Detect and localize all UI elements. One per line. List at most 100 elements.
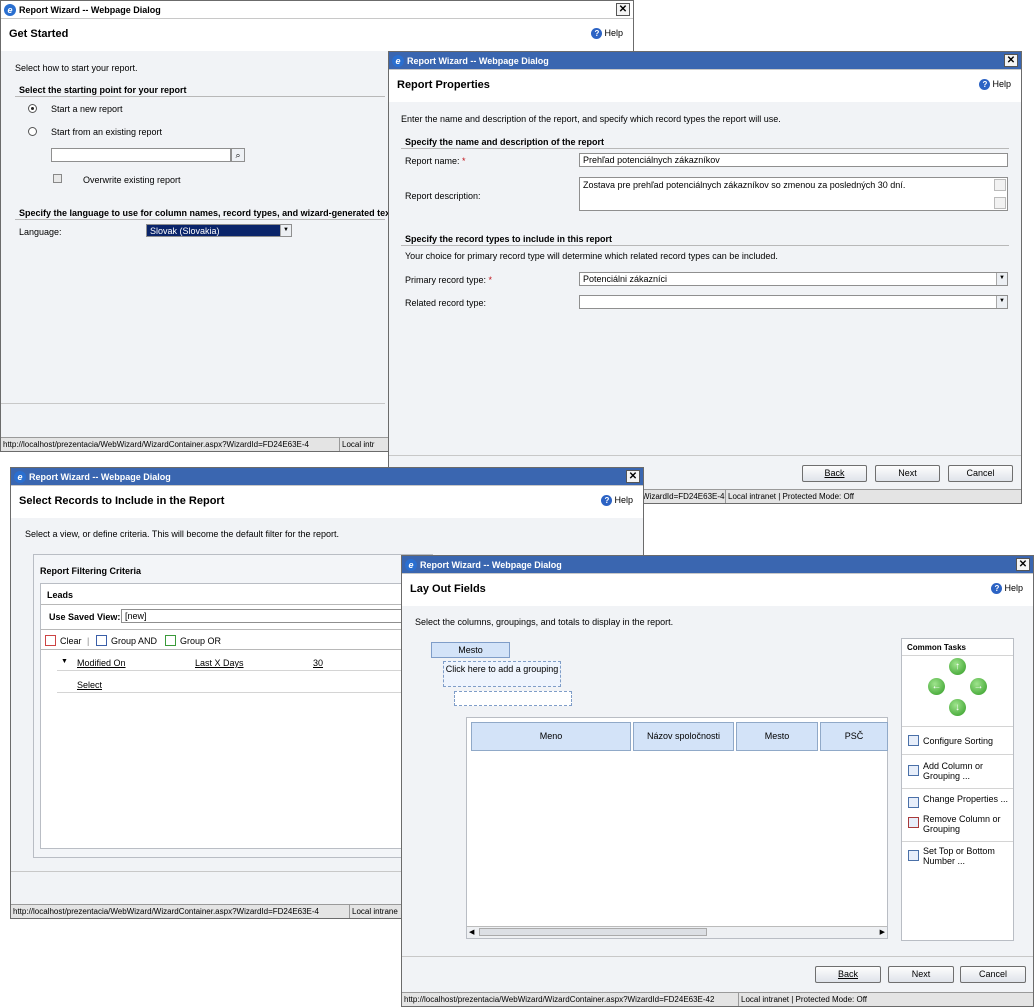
title-bar: e Report Wizard -- Webpage Dialog ✕ <box>11 468 643 486</box>
group-and-icon <box>96 635 107 646</box>
help-link[interactable]: ? Help <box>601 495 633 506</box>
ie-icon: e <box>4 4 16 16</box>
report-name-label: Report name: * <box>405 156 466 166</box>
language-heading: Specify the language to use for column n… <box>19 208 394 218</box>
record-types-heading: Specify the record types to include in t… <box>405 234 613 244</box>
cancel-label: Cancel <box>966 468 995 478</box>
column-header[interactable]: PSČ <box>820 722 888 751</box>
cancel-button[interactable]: Cancel <box>948 465 1013 482</box>
start-new-radio[interactable] <box>28 104 37 113</box>
starting-point-heading: Select the starting point for your repor… <box>19 85 187 95</box>
record-types-note: Your choice for primary record type will… <box>405 251 778 261</box>
intro-text: Select how to start your report. <box>15 63 138 73</box>
grouping-placeholder[interactable] <box>454 691 572 706</box>
status-url: http://localhost/prezentacia/WebWizard/W… <box>13 907 319 916</box>
criteria-box: Leads Use Saved View: [new] Clear | Grou… <box>40 583 441 849</box>
saved-view-label: Use Saved View: <box>49 612 121 622</box>
close-button[interactable]: ✕ <box>616 3 630 16</box>
help-link[interactable]: ? Help <box>591 28 623 39</box>
help-icon: ? <box>979 79 991 90</box>
toolbar-divider: | <box>87 636 90 646</box>
next-button[interactable]: Next <box>888 966 954 983</box>
condition-operator[interactable]: Last X Days <box>195 658 244 668</box>
help-link[interactable]: ? Help <box>979 79 1011 90</box>
move-up-icon[interactable]: ↑ <box>949 658 966 675</box>
column-header[interactable]: Mesto <box>736 722 818 751</box>
condition-field[interactable]: Modified On <box>77 658 126 668</box>
help-label: Help <box>614 495 633 505</box>
chevron-down-icon: ▼ <box>996 296 1007 308</box>
ie-icon: e <box>392 55 404 67</box>
filter-criteria-panel: Report Filtering Criteria Leads Use Save… <box>33 554 441 858</box>
back-button[interactable]: Back <box>802 465 867 482</box>
grouping-field[interactable]: Mesto <box>431 642 510 658</box>
intro-text: Select the columns, groupings, and total… <box>415 617 674 627</box>
common-tasks-panel: Common Tasks ↑ ← → ↓ Configure Sorting A… <box>901 638 1014 941</box>
dialog-title: Report Wizard -- Webpage Dialog <box>19 5 161 15</box>
page-title: Get Started <box>9 28 69 40</box>
close-button[interactable]: ✕ <box>626 470 640 483</box>
intro-text: Enter the name and description of the re… <box>401 114 781 124</box>
related-record-type-select[interactable]: ▼ <box>579 295 1008 309</box>
next-button[interactable]: Next <box>875 465 940 482</box>
add-column-link[interactable]: Add Column or Grouping ... <box>923 761 1011 781</box>
add-grouping-box[interactable]: Click here to add a grouping <box>443 661 561 687</box>
existing-report-input[interactable] <box>51 148 231 162</box>
overwrite-label: Overwrite existing report <box>83 175 181 185</box>
cancel-label: Cancel <box>978 969 1007 979</box>
saved-view-input[interactable]: [new] <box>121 609 441 623</box>
add-column-icon <box>908 765 919 776</box>
status-url: http://localhost/prezentacia/WebWizard/W… <box>3 440 309 449</box>
intro-text: Select a view, or define criteria. This … <box>25 529 339 539</box>
title-bar: e Report Wizard -- Webpage Dialog ✕ <box>1 1 633 19</box>
status-url-fragment: WizardId=FD24E63E-4 <box>642 492 725 501</box>
condition-value[interactable]: 30 <box>313 658 323 668</box>
change-properties-link[interactable]: Change Properties ... <box>923 794 1011 804</box>
horizontal-scrollbar[interactable]: ◀ ▶ <box>467 926 887 938</box>
language-value: Slovak (Slovakia) <box>150 226 220 236</box>
help-icon: ? <box>991 583 1003 594</box>
clear-button[interactable]: Clear <box>60 636 82 646</box>
column-header[interactable]: Meno <box>471 722 631 751</box>
close-button[interactable]: ✕ <box>1016 558 1030 571</box>
next-label: Next <box>911 969 931 979</box>
status-url: http://localhost/prezentacia/WebWizard/W… <box>404 995 715 1004</box>
column-header[interactable]: Názov spoločnosti <box>633 722 734 751</box>
group-and-button[interactable]: Group AND <box>111 636 157 646</box>
cancel-button[interactable]: Cancel <box>960 966 1026 983</box>
sort-icon <box>908 735 919 746</box>
move-down-icon[interactable]: ↓ <box>949 699 966 716</box>
back-button[interactable]: Back <box>815 966 881 983</box>
select-link[interactable]: Select <box>77 680 102 690</box>
layout-fields-dialog: e Report Wizard -- Webpage Dialog ✕ Lay … <box>401 555 1034 1007</box>
set-top-bottom-link[interactable]: Set Top or Bottom Number ... <box>923 846 1011 866</box>
back-label: Back <box>837 969 858 979</box>
report-description-textarea[interactable]: Zostava pre prehľad potenciálnych zákazn… <box>579 177 1008 211</box>
page-header: Get Started ? Help <box>1 19 633 51</box>
primary-record-type-label: Primary record type: * <box>405 275 493 285</box>
configure-sorting-link[interactable]: Configure Sorting <box>923 736 993 746</box>
start-existing-radio[interactable] <box>28 127 37 136</box>
expand-icon[interactable]: ▼ <box>61 658 68 665</box>
language-label: Language: <box>19 227 62 237</box>
scrollbar-thumb[interactable] <box>479 928 707 936</box>
overwrite-checkbox[interactable] <box>53 174 62 183</box>
scroll-down-button[interactable] <box>994 197 1006 209</box>
help-link[interactable]: ? Help <box>991 583 1023 594</box>
entity-name: Leads <box>47 590 74 600</box>
properties-icon <box>908 797 919 808</box>
chevron-down-icon: ▼ <box>996 273 1007 285</box>
move-left-icon[interactable]: ← <box>928 678 945 695</box>
scroll-up-button[interactable] <box>994 179 1006 191</box>
remove-column-link[interactable]: Remove Column or Grouping <box>923 814 1011 834</box>
ie-icon: e <box>14 471 26 483</box>
language-select[interactable]: Slovak (Slovakia) ▼ <box>146 224 292 237</box>
move-right-icon[interactable]: → <box>970 678 987 695</box>
close-button[interactable]: ✕ <box>1004 54 1018 67</box>
report-name-input[interactable]: Prehľad potenciálnych zákazníkov <box>579 153 1008 167</box>
lookup-icon[interactable]: ⌕ <box>231 148 245 162</box>
group-or-button[interactable]: Group OR <box>180 636 221 646</box>
scroll-right-icon[interactable]: ▶ <box>880 928 885 936</box>
primary-record-type-select[interactable]: Potenciálni zákazníci ▼ <box>579 272 1008 286</box>
scroll-left-icon[interactable]: ◀ <box>469 928 474 936</box>
